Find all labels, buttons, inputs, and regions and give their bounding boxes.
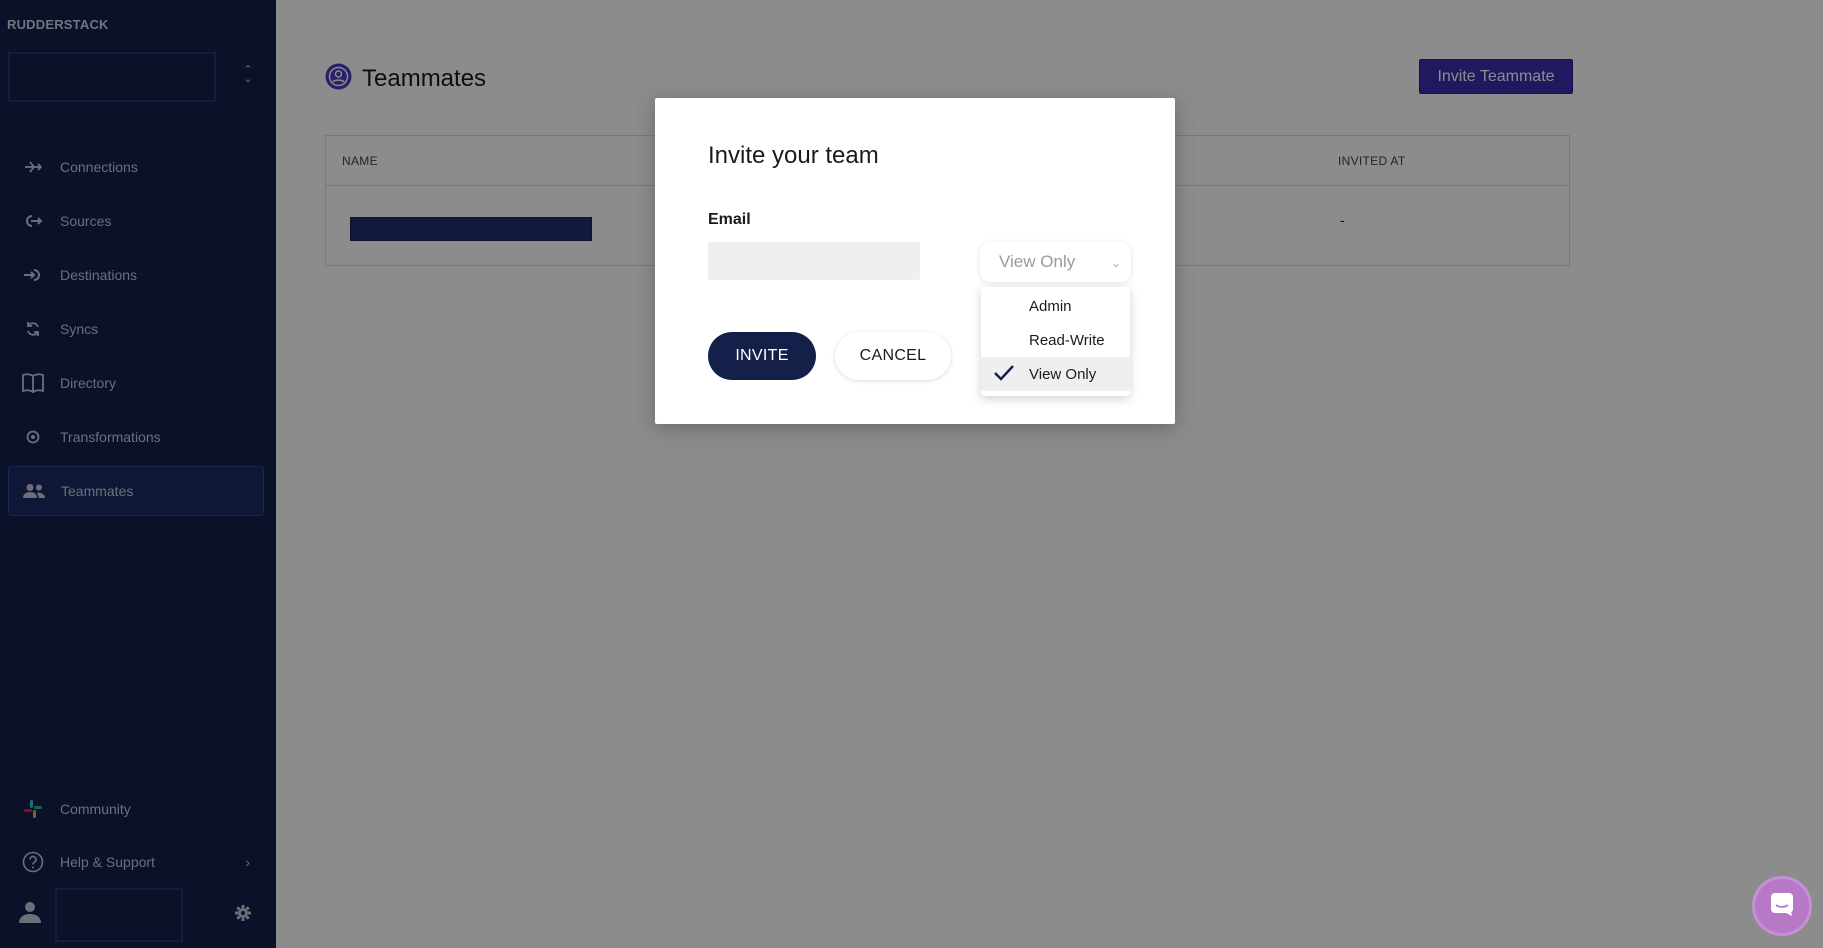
option-label: View Only — [1029, 365, 1097, 383]
cancel-button[interactable]: CANCEL — [835, 332, 951, 380]
option-label: Admin — [1029, 297, 1072, 315]
chat-icon — [1768, 890, 1796, 923]
modal-title: Invite your team — [708, 142, 879, 169]
role-option-read-write[interactable]: Read-Write — [981, 323, 1130, 357]
role-option-admin[interactable]: Admin — [981, 289, 1130, 323]
email-field[interactable] — [708, 242, 920, 280]
chat-launcher[interactable] — [1752, 876, 1812, 936]
checkmark-icon — [993, 364, 1015, 386]
chevron-down-icon: ⌄ — [1110, 256, 1121, 270]
email-label: Email — [708, 211, 751, 228]
role-dropdown: Admin Read-Write View Only — [981, 287, 1130, 396]
invite-button[interactable]: INVITE — [708, 332, 816, 380]
option-label: Read-Write — [1029, 331, 1105, 349]
role-select-value: View Only — [999, 252, 1076, 271]
role-select[interactable]: View Only ⌄ — [980, 242, 1131, 282]
role-option-view-only[interactable]: View Only — [981, 357, 1130, 391]
